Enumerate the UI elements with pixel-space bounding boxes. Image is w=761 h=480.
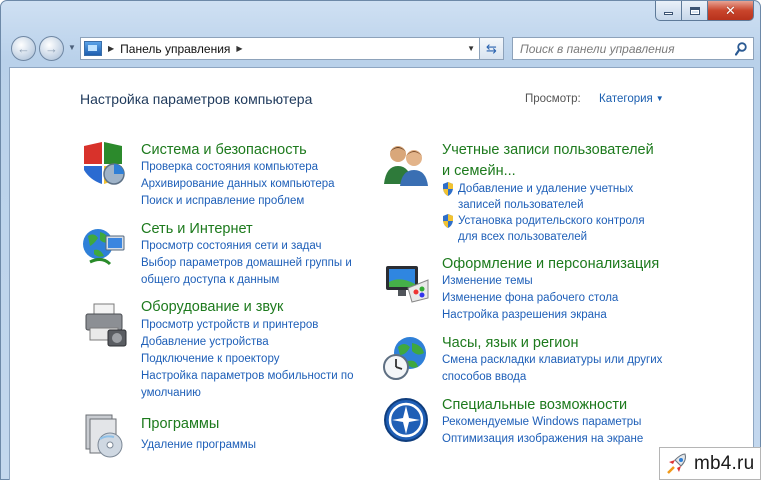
link-keyboard-line2[interactable]: способов ввода [442, 369, 662, 386]
minimize-button[interactable] [655, 1, 682, 21]
users-icon[interactable] [382, 140, 430, 188]
appearance-monitor-icon[interactable] [382, 258, 430, 306]
category-title-accessibility[interactable]: Специальные возможности [442, 395, 627, 415]
link-change-theme[interactable]: Изменение темы [442, 273, 618, 290]
breadcrumb-chevron-icon[interactable]: ▶ [236, 44, 242, 53]
page-title: Настройка параметров компьютера [80, 91, 313, 107]
view-by-dropdown[interactable]: Категория ▼ [599, 93, 664, 105]
link-keyboard-line1[interactable]: Смена раскладки клавиатуры или других [442, 352, 662, 369]
dropdown-arrow-icon: ▼ [655, 94, 664, 103]
forward-arrow-icon: → [45, 41, 58, 56]
link-add-device[interactable]: Добавление устройства [141, 334, 354, 351]
forward-button[interactable]: → [39, 36, 64, 61]
view-by-label: Просмотр: [525, 93, 581, 105]
printer-hardware-icon[interactable] [80, 300, 128, 348]
category-title-user-accounts-line1: Учетные записи пользователей [442, 142, 654, 158]
link-network-status[interactable]: Просмотр состояния сети и задач [141, 238, 352, 255]
link-mobility-line2[interactable]: умолчанию [141, 385, 354, 402]
watermark-text: mb4.ru [694, 452, 755, 474]
clock-globe-icon[interactable] [382, 335, 430, 383]
breadcrumb-chevron-icon[interactable]: ▶ [108, 44, 114, 53]
link-parental-controls[interactable]: Установка родительского контроля [442, 213, 645, 229]
link-change-background[interactable]: Изменение фона рабочего стола [442, 290, 618, 307]
maximize-icon [689, 6, 700, 15]
maximize-button[interactable] [682, 1, 708, 21]
links-clock-region: Смена раскладки клавиатуры или других сп… [442, 352, 662, 386]
network-globe-icon[interactable] [80, 222, 128, 270]
rocket-icon [667, 452, 686, 474]
link-mobility-line1[interactable]: Настройка параметров мобильности по [141, 368, 354, 385]
link-parental-controls-line1: Установка родительского контроля [458, 215, 645, 227]
back-button[interactable]: ← [11, 36, 36, 61]
link-devices-printers[interactable]: Просмотр устройств и принтеров [141, 317, 354, 334]
link-uninstall[interactable]: Удаление программы [141, 437, 256, 454]
back-arrow-icon: ← [17, 41, 30, 56]
uac-shield-icon [443, 214, 453, 228]
link-add-remove-accounts[interactable]: Добавление и удаление учетных [442, 181, 645, 197]
caption-buttons: ✕ [655, 1, 754, 21]
breadcrumb-control-panel[interactable]: Панель управления [120, 42, 230, 56]
category-title-user-accounts-line2: и семейн... [442, 163, 516, 179]
watermark: mb4.ru [659, 447, 761, 480]
link-parental-controls-cont[interactable]: для всех пользователей [442, 229, 645, 245]
category-title-hardware[interactable]: Оборудование и звук [141, 297, 283, 317]
category-title-programs[interactable]: Программы [141, 414, 219, 434]
accessibility-icon[interactable] [382, 396, 430, 444]
links-accessibility: Рекомендуемые Windows параметры Оптимиза… [442, 414, 643, 448]
link-check-status[interactable]: Проверка состояния компьютера [141, 159, 335, 176]
search-input[interactable] [513, 38, 728, 59]
link-add-remove-accounts-line2: записей пользователей [458, 199, 584, 211]
minimize-icon [664, 12, 673, 15]
category-title-user-accounts[interactable]: Учетные записи пользователей и семейн... [442, 140, 654, 181]
links-hardware: Просмотр устройств и принтеров Добавлени… [141, 317, 354, 402]
view-by-value: Категория [599, 93, 653, 105]
address-bar[interactable]: ▶ Панель управления ▶ ▼ ⇆ [80, 37, 504, 60]
programs-disc-icon[interactable] [80, 411, 128, 459]
link-projector[interactable]: Подключение к проектору [141, 351, 354, 368]
uac-shield-icon [443, 182, 453, 196]
links-programs: Удаление программы [141, 437, 256, 454]
links-system-security: Проверка состояния компьютера Архивирова… [141, 159, 335, 210]
link-troubleshoot[interactable]: Поиск и исправление проблем [141, 193, 335, 210]
shield-system-icon[interactable] [80, 140, 128, 188]
link-optimize-display[interactable]: Оптимизация изображения на экране [442, 431, 643, 448]
close-button[interactable]: ✕ [708, 1, 754, 21]
address-dropdown-icon[interactable]: ▼ [467, 44, 475, 53]
control-panel-icon [84, 41, 102, 56]
link-screen-resolution[interactable]: Настройка разрешения экрана [442, 307, 618, 324]
link-homegroup-line2[interactable]: общего доступа к данным [141, 272, 352, 289]
link-parental-controls-line2: для всех пользователей [458, 231, 588, 243]
category-title-appearance[interactable]: Оформление и персонализация [442, 254, 659, 274]
search-box[interactable] [512, 37, 754, 60]
link-add-remove-accounts-line1: Добавление и удаление учетных [458, 183, 634, 195]
category-title-network[interactable]: Сеть и Интернет [141, 219, 253, 239]
links-network: Просмотр состояния сети и задач Выбор па… [141, 238, 352, 289]
links-appearance: Изменение темы Изменение фона рабочего с… [442, 273, 618, 324]
recent-pages-dropdown[interactable]: ▼ [68, 43, 76, 52]
search-icon[interactable] [735, 42, 747, 56]
links-user-accounts: Добавление и удаление учетных записей по… [442, 181, 645, 245]
link-add-remove-accounts-cont[interactable]: записей пользователей [442, 197, 645, 213]
link-backup[interactable]: Архивирование данных компьютера [141, 176, 335, 193]
category-title-clock-region[interactable]: Часы, язык и регион [442, 333, 578, 353]
link-homegroup-line1[interactable]: Выбор параметров домашней группы и [141, 255, 352, 272]
link-recommended-settings[interactable]: Рекомендуемые Windows параметры [442, 414, 643, 431]
close-icon: ✕ [725, 2, 736, 18]
refresh-button[interactable]: ⇆ [479, 38, 503, 59]
category-title-system-security[interactable]: Система и безопасность [141, 140, 307, 160]
refresh-icon: ⇆ [486, 40, 497, 56]
